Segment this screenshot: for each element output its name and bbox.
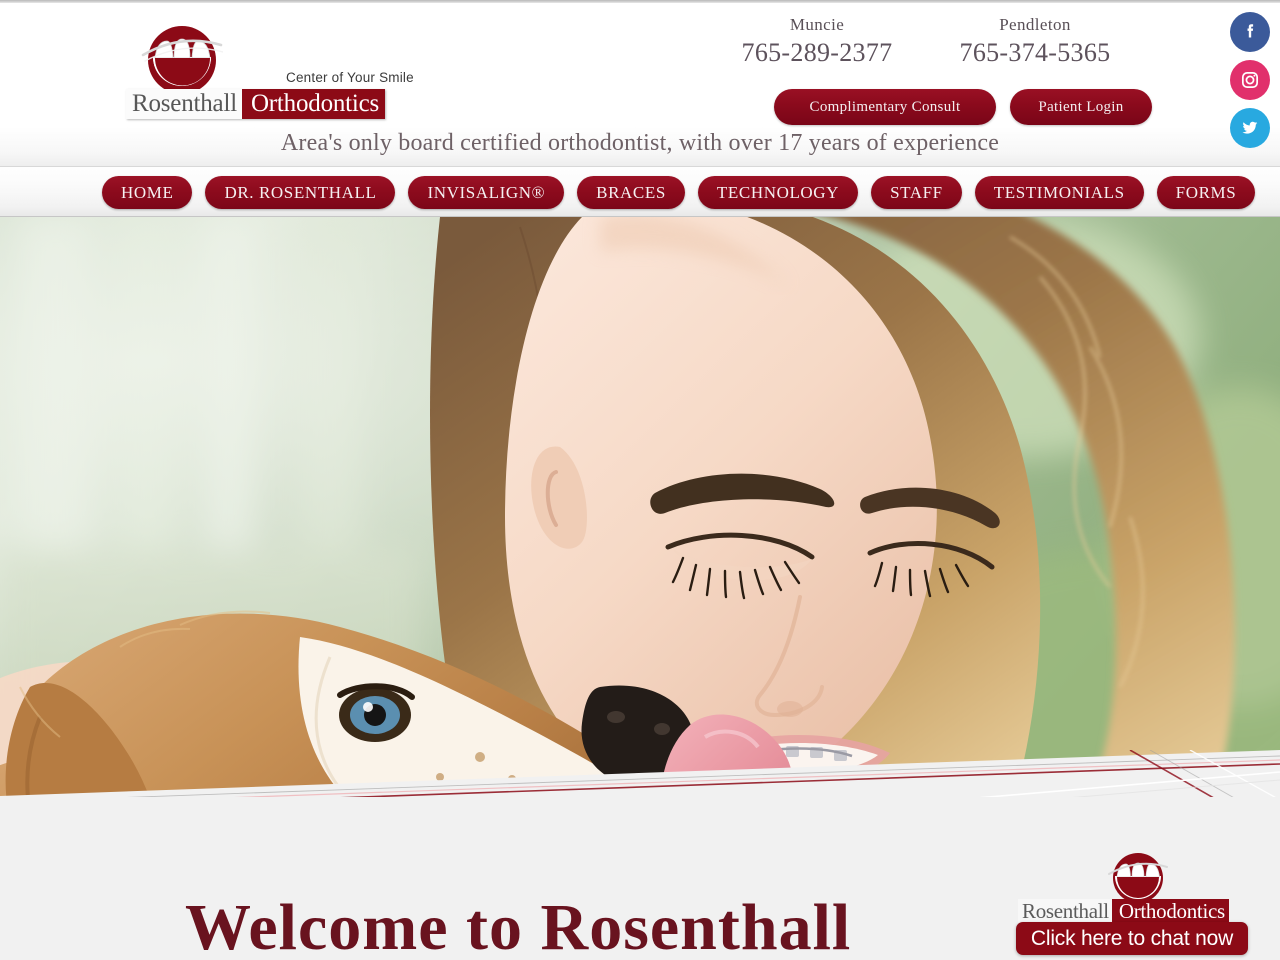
chat-word-left: Rosenthall — [1018, 899, 1114, 924]
site-logo[interactable]: Center of Your Smile Rosenthall Orthodon… — [126, 25, 416, 120]
live-chat-widget[interactable]: Rosenthall Orthodontics Click here to ch… — [1008, 852, 1258, 960]
complimentary-consult-button[interactable]: Complimentary Consult — [774, 89, 996, 125]
logo-tagline: Center of Your Smile — [286, 70, 414, 85]
social-links — [1230, 12, 1274, 156]
location-phone-link[interactable]: 765-374-5365 — [930, 38, 1140, 68]
locations-block: Muncie 765-289-2377 Pendleton 765-374-53… — [712, 15, 1152, 77]
site-tagline: Area's only board certified orthodontist… — [280, 130, 1000, 156]
chat-word-right: Orthodontics — [1113, 899, 1229, 924]
welcome-section: Welcome to Rosenthall Rosenthall Orthodo… — [0, 797, 1280, 960]
nav-item-testimonials[interactable]: TESTIMONIALS — [974, 176, 1144, 209]
location-phone-link[interactable]: 765-289-2377 — [712, 38, 922, 68]
nav-item-braces[interactable]: BRACES — [577, 176, 685, 209]
logo-word-right: Orthodontics — [243, 89, 386, 119]
nav-item-home[interactable]: HOME — [102, 176, 193, 209]
location-name: Pendleton — [999, 15, 1071, 34]
location-name: Muncie — [789, 15, 845, 34]
nav-item-invisalign[interactable]: INVISALIGN® — [408, 176, 565, 209]
nav-item-technology[interactable]: TECHNOLOGY — [697, 176, 859, 209]
nav-list: HOME DR. ROSENTHALL INVISALIGN® BRACES T… — [102, 176, 1256, 209]
smile-teeth-logo-icon — [141, 25, 224, 95]
instagram-icon[interactable] — [1230, 60, 1270, 100]
location-pendleton: Pendleton 765-374-5365 — [930, 15, 1140, 68]
header-cta-group: Complimentary Consult Patient Login — [774, 89, 1152, 125]
nav-item-dr-rosenthall[interactable]: DR. ROSENTHALL — [205, 176, 396, 209]
chat-logo-icon — [1108, 852, 1168, 904]
page-title: Welcome to Rosenthall — [185, 891, 852, 960]
main-navigation: HOME DR. ROSENTHALL INVISALIGN® BRACES T… — [0, 166, 1280, 217]
chat-wordmark: Rosenthall Orthodontics — [1018, 899, 1229, 924]
hero-image — [0, 217, 1280, 797]
nav-item-forms[interactable]: FORMS — [1156, 176, 1256, 209]
facebook-icon[interactable] — [1230, 12, 1270, 52]
twitter-icon[interactable] — [1230, 108, 1270, 148]
chat-now-button[interactable]: Click here to chat now — [1016, 922, 1248, 955]
page-root: Center of Your Smile Rosenthall Orthodon… — [0, 0, 1280, 960]
patient-login-button[interactable]: Patient Login — [1010, 89, 1152, 125]
logo-wordmark: Rosenthall Orthodontics — [126, 89, 386, 119]
nav-item-staff[interactable]: STAFF — [871, 176, 962, 209]
logo-word-left: Rosenthall — [126, 89, 244, 119]
location-muncie: Muncie 765-289-2377 — [712, 15, 922, 68]
site-header: Center of Your Smile Rosenthall Orthodon… — [0, 3, 1280, 166]
